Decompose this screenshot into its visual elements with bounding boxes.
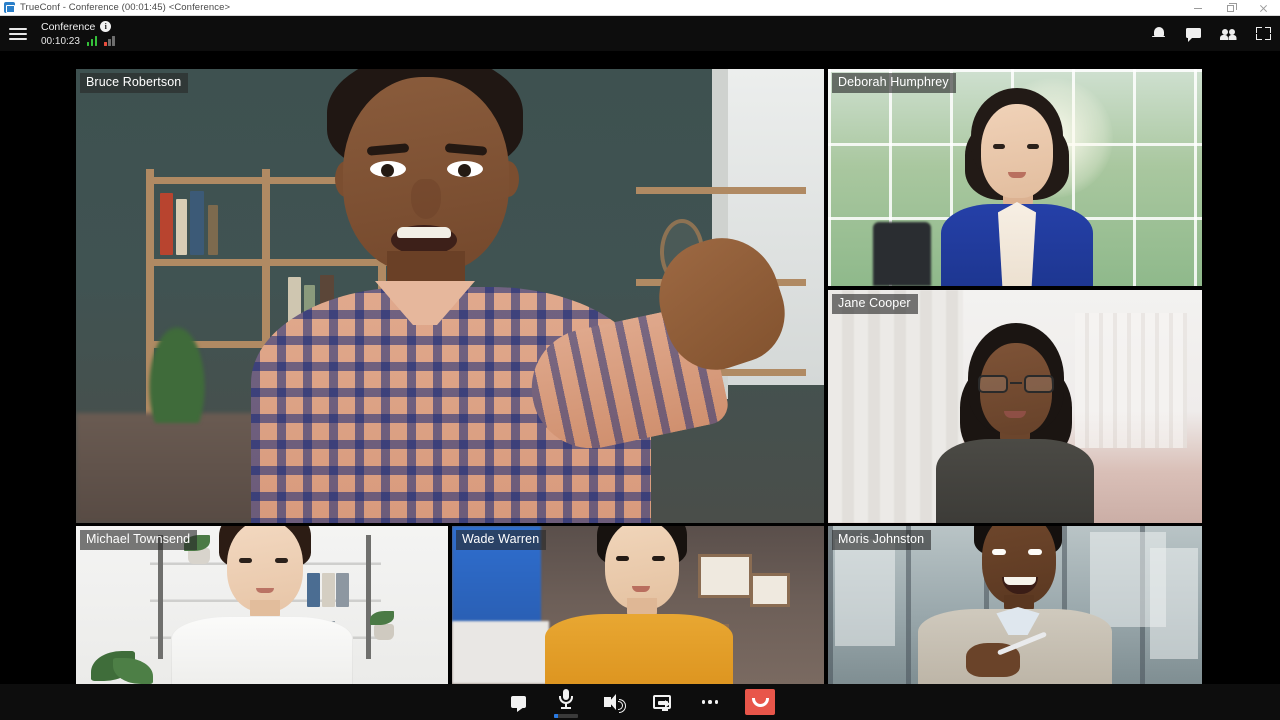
trueconf-logo-icon: [4, 2, 15, 13]
conference-info: Conference i 00:10:23: [41, 20, 115, 48]
hangup-button[interactable]: [745, 689, 775, 715]
screen-share-button[interactable]: [649, 690, 675, 714]
ellipsis-icon: [701, 700, 719, 704]
microphone-level-meter: [554, 714, 578, 718]
video-camera-icon: [510, 696, 526, 712]
participant-name-label: Deborah Humphrey: [832, 73, 956, 93]
hamburger-menu-icon[interactable]: [9, 27, 27, 40]
participant-name-label: Wade Warren: [456, 530, 547, 550]
participant-name-label: Moris Johnston: [832, 530, 932, 550]
video-stream: [76, 69, 824, 523]
video-stream: [828, 290, 1202, 523]
participant-name-label: Bruce Robertson: [80, 73, 189, 93]
header-actions: [1150, 16, 1272, 51]
microphone-toggle-button[interactable]: [553, 687, 579, 718]
speaker-icon: [604, 694, 626, 713]
participant-avatar: [215, 69, 798, 523]
video-stream: [828, 69, 1202, 286]
minimize-button[interactable]: [1181, 0, 1214, 16]
participant-avatar: [915, 86, 1115, 286]
video-tile-wade-warren[interactable]: Wade Warren: [452, 526, 824, 684]
window-title: TrueConf - Conference (00:01:45) <Confer…: [20, 2, 231, 13]
network-signal-good-icon: [86, 36, 98, 46]
close-button[interactable]: [1247, 0, 1280, 16]
participant-name-label: Jane Cooper: [832, 294, 918, 314]
video-tile-moris-johnston[interactable]: Moris Johnston: [828, 526, 1202, 684]
chat-bubble-icon[interactable]: [1185, 25, 1202, 42]
maximize-button[interactable]: [1214, 0, 1247, 16]
speaker-button[interactable]: [601, 690, 627, 714]
call-controls-toolbar: [0, 684, 1280, 720]
screen-share-icon: [653, 695, 671, 711]
video-grid: Bruce Robertson Deborah Humphrey Jane Co…: [0, 51, 1280, 684]
bell-icon[interactable]: [1150, 25, 1167, 42]
video-tile-jane-cooper[interactable]: Jane Cooper: [828, 290, 1202, 523]
participant-avatar: [910, 526, 1120, 684]
network-signal-poor-icon: [104, 36, 115, 46]
participant-avatar: [535, 526, 741, 684]
video-tile-deborah-humphrey[interactable]: Deborah Humphrey: [828, 69, 1202, 286]
participant-name-label: Michael Townsend: [80, 530, 198, 550]
phone-hangup-icon: [751, 697, 769, 707]
video-tile-michael-townsend[interactable]: Michael Townsend: [76, 526, 448, 684]
app-header: Conference i 00:10:23: [0, 16, 1280, 51]
conference-name: Conference: [41, 20, 96, 33]
participant-avatar: [920, 323, 1110, 523]
fullscreen-icon[interactable]: [1255, 25, 1272, 42]
conference-timer: 00:10:23: [41, 35, 80, 47]
more-options-button[interactable]: [697, 690, 723, 714]
info-icon[interactable]: i: [100, 21, 112, 32]
window-titlebar: TrueConf - Conference (00:01:45) <Confer…: [0, 0, 1280, 16]
people-icon[interactable]: [1220, 25, 1237, 42]
camera-toggle-button[interactable]: [505, 690, 531, 714]
window-controls: [1181, 0, 1280, 16]
video-tile-bruce-robertson[interactable]: Bruce Robertson: [76, 69, 824, 523]
